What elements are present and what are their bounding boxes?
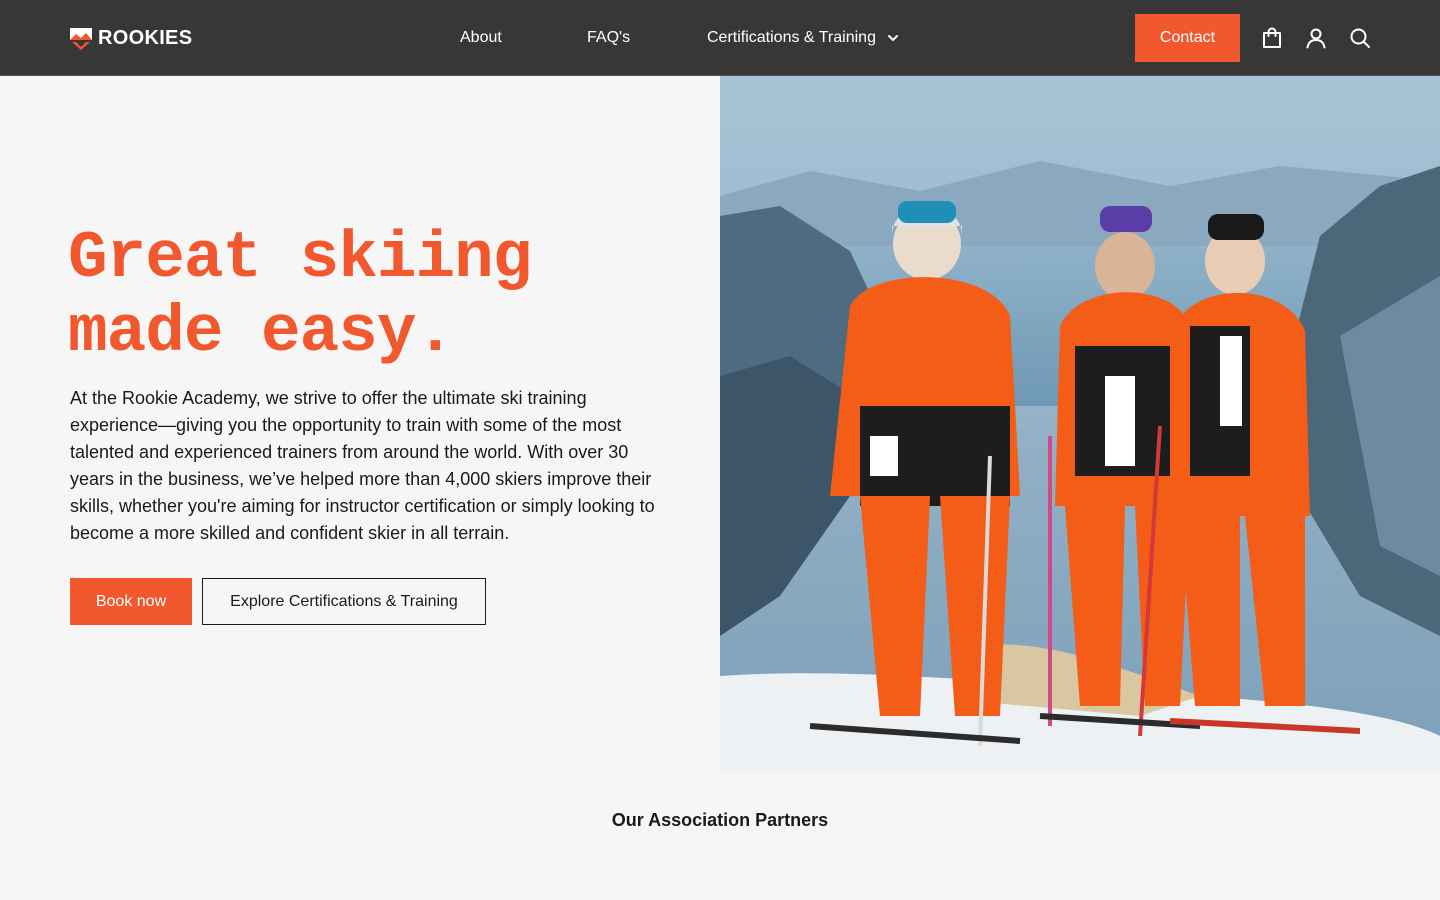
contact-button[interactable]: Contact bbox=[1135, 14, 1240, 62]
explore-certifications-button[interactable]: Explore Certifications & Training bbox=[202, 578, 486, 625]
nav-faq[interactable]: FAQ's bbox=[587, 27, 630, 49]
nav-certifications-label: Certifications & Training bbox=[707, 29, 876, 46]
hero-headline: Great skiing made easy. bbox=[68, 222, 688, 370]
user-icon bbox=[1306, 28, 1326, 49]
account-button[interactable] bbox=[1304, 26, 1328, 50]
site-header: ROOKIES About FAQ's Certifications & Tra… bbox=[0, 0, 1440, 76]
logo[interactable]: ROOKIES bbox=[70, 26, 192, 50]
hero-headline-line-2: made easy. bbox=[68, 295, 455, 370]
search-button[interactable] bbox=[1348, 26, 1372, 50]
nav-certifications[interactable]: Certifications & Training bbox=[707, 27, 900, 49]
hero-headline-line-1: Great skiing bbox=[68, 221, 532, 296]
nav-about[interactable]: About bbox=[460, 27, 502, 49]
cart-button[interactable] bbox=[1260, 26, 1284, 50]
hero-image bbox=[720, 76, 1440, 771]
logo-mountain-icon bbox=[70, 28, 92, 50]
shopping-bag-icon bbox=[1263, 27, 1281, 48]
chevron-down-icon bbox=[887, 35, 898, 41]
logo-text: ROOKIES bbox=[98, 27, 193, 49]
hero-intro-text: At the Rookie Academy, we strive to offe… bbox=[70, 388, 655, 543]
skiers-mountain-photo bbox=[720, 76, 1440, 771]
association-partners-heading: Our Association Partners bbox=[611, 810, 829, 830]
book-now-button[interactable]: Book now bbox=[70, 578, 192, 625]
search-icon bbox=[1350, 28, 1370, 48]
